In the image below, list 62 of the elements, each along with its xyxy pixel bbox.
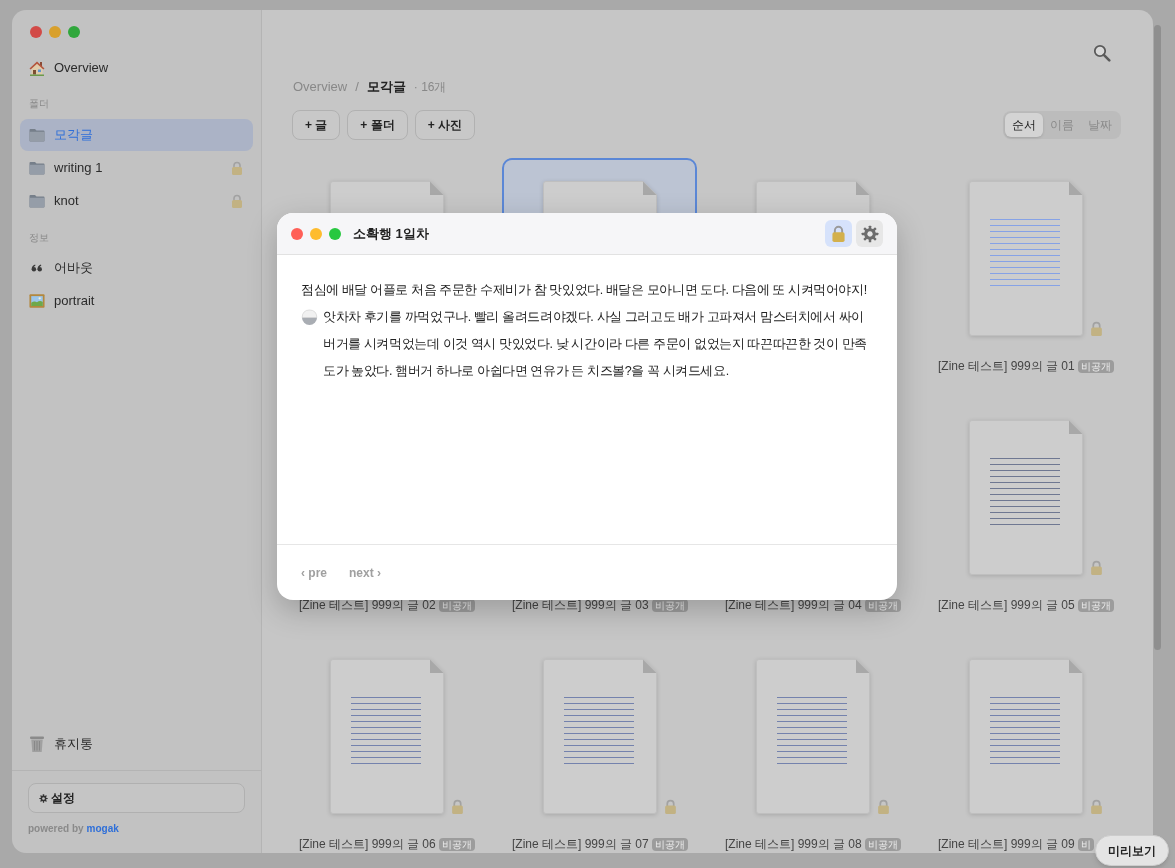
gear-icon	[860, 224, 879, 243]
note-text: 점심에 배달 어플로 처음 주문한 수제비가 참 맛있었다. 배달은 모아니면 도다. 다음에 또 시켜먹어야지!	[301, 282, 868, 299]
file-title: [Zine 테스트] 999의 글 07	[512, 837, 649, 851]
zoom-button[interactable]	[68, 26, 80, 38]
trash-icon	[29, 735, 45, 753]
sidebar-item[interactable]: writing 1	[20, 152, 253, 184]
sidebar-item[interactable]: knot	[20, 185, 253, 217]
status-badge: 비공개	[864, 598, 901, 612]
rice-bowl-icon	[301, 309, 318, 326]
house-icon	[29, 60, 45, 76]
gear-icon	[39, 793, 48, 803]
picture-icon	[29, 293, 45, 309]
document-drawing[interactable]	[542, 659, 657, 814]
add-button[interactable]: + 사진	[414, 110, 476, 140]
file-title: [Zine 테스트] 999의 글 06	[299, 837, 436, 851]
lock-button[interactable]	[825, 220, 852, 247]
folder-icon	[29, 194, 45, 208]
sidebar-item[interactable]: 휴지통	[20, 728, 253, 760]
add-button[interactable]: + 폴더	[347, 110, 408, 140]
document-drawing[interactable]	[968, 659, 1083, 814]
document-drawing[interactable]	[755, 659, 870, 814]
dialog-title: 소확행 1일차	[353, 224, 429, 243]
settings-button[interactable]: 설정	[28, 783, 245, 813]
file-title: [Zine 테스트] 999의 글 01	[938, 359, 1075, 373]
sort-tab[interactable]: 순서	[1005, 113, 1043, 137]
item-count: · 16개	[413, 79, 447, 96]
lock-icon	[831, 225, 846, 242]
document-drawing[interactable]	[968, 181, 1083, 336]
document-drawing[interactable]	[329, 659, 444, 814]
scrollbar-thumb[interactable]	[1154, 25, 1161, 650]
file-title: [Zine 테스트] 999의 글 09	[938, 837, 1075, 851]
status-badge: 비공개	[864, 837, 901, 851]
minimize-button[interactable]	[49, 26, 61, 38]
minimize-button[interactable]	[310, 227, 322, 240]
close-button[interactable]	[291, 227, 303, 240]
status-badge: 비공개	[438, 837, 475, 851]
status-badge: 비공개	[1077, 359, 1114, 373]
breadcrumb-current: 모각글	[366, 78, 406, 97]
settings-button[interactable]	[856, 220, 883, 247]
file-title: [Zine 테스트] 999의 글 08	[725, 837, 862, 851]
status-badge: 비공개	[1077, 598, 1114, 612]
close-button[interactable]	[30, 26, 42, 38]
status-badge: 비공개	[651, 837, 688, 851]
folder-icon	[29, 161, 45, 175]
file-title: [Zine 테스트] 999의 글 04	[725, 598, 862, 612]
document-drawing[interactable]	[968, 420, 1083, 575]
sidebar-item[interactable]: Overview	[20, 52, 253, 84]
sidebar-item[interactable]: 어바웃	[20, 252, 253, 284]
breadcrumb-separator: /	[355, 78, 359, 97]
file-title: [Zine 테스트] 999의 글 02	[299, 598, 436, 612]
folder-icon	[29, 128, 45, 142]
quote-icon	[31, 264, 43, 272]
zoom-button[interactable]	[329, 227, 341, 240]
sidebar-item[interactable]: portrait	[20, 285, 253, 317]
add-button[interactable]: + 글	[292, 110, 341, 140]
search-icon[interactable]	[1093, 44, 1111, 62]
file-title: [Zine 테스트] 999의 글 03	[512, 598, 649, 612]
preview-button[interactable]: 미리보기	[1095, 835, 1169, 866]
file-title: [Zine 테스트] 999의 글 05	[938, 598, 1075, 612]
status-badge: 비	[1077, 837, 1094, 851]
note-text: 앗차차 후기를 까먹었구나. 빨리 올려드려야겠다. 사실 그러고도 배가 고파져서 맘스터치에서 싸이버거를 시켜먹었는데 이것 역시 맛있었다. 낮 시간이라 다른 주문이 없었는지 따끈따끈한 것이 만족도가 높았다. 햄버거 하나로 아쉽다면 연유가 든 치즈볼?을 꼭 시켜드세요.	[323, 309, 868, 380]
footer-text: powered by	[28, 823, 84, 835]
